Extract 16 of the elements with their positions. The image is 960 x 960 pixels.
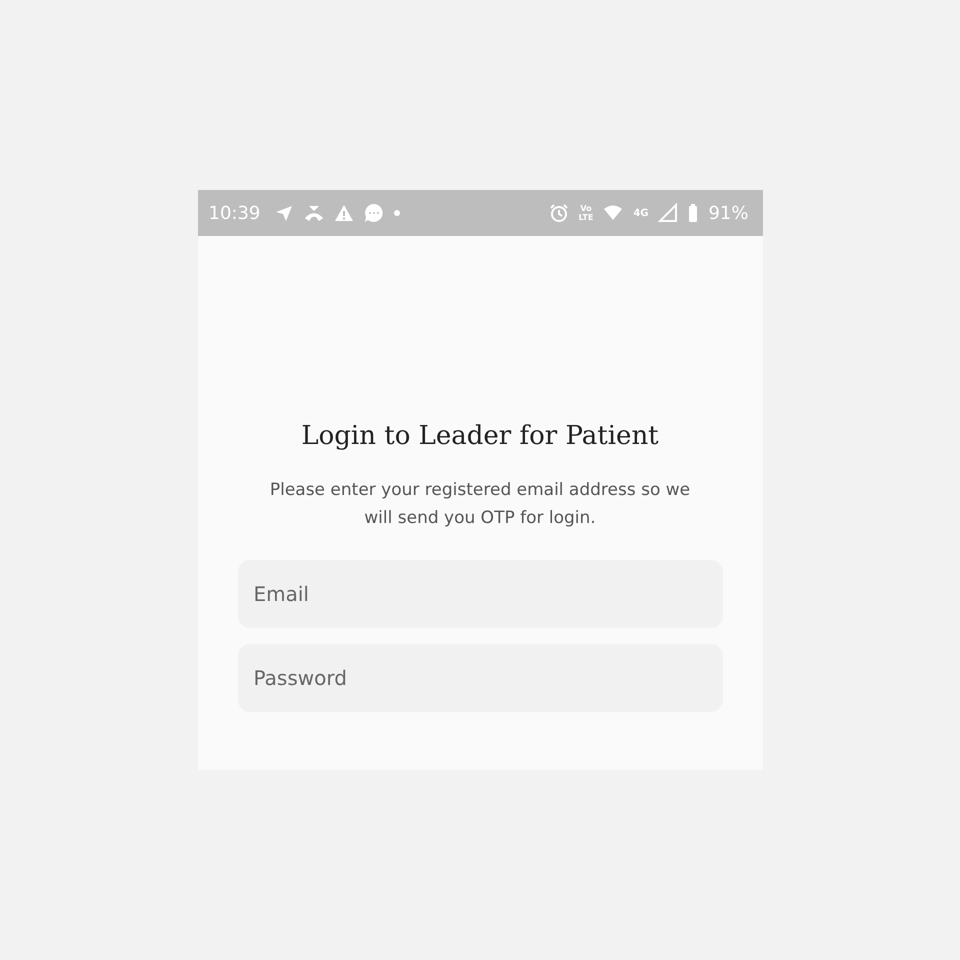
input-field[interactable]: Email <box>238 560 722 628</box>
status-time: 10:39 <box>208 202 260 224</box>
alarm-icon <box>548 203 569 223</box>
input-field[interactable]: Password <box>238 644 722 712</box>
missed-call-icon <box>304 203 324 223</box>
page-title: Login to Leader for Patient <box>301 420 659 453</box>
send-icon <box>274 203 294 223</box>
battery-icon <box>688 203 698 223</box>
page-subtitle: Please enter your registered email address so we will send you OTP for login. <box>268 479 692 530</box>
warning-icon <box>334 203 354 223</box>
signal-icon <box>658 203 678 223</box>
dot-icon <box>394 210 400 216</box>
chat-icon <box>364 203 384 223</box>
battery-percent: 91% <box>708 202 748 224</box>
network-type-label: Vo LTE <box>578 204 594 222</box>
signal-type-label: 4G <box>633 208 648 218</box>
